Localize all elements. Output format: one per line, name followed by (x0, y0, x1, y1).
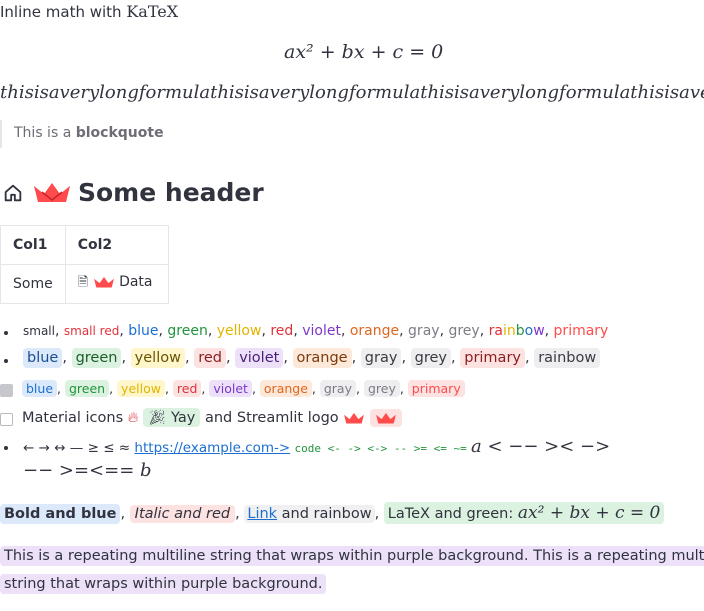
page-title: Some header (78, 178, 264, 207)
colored-text-red: red (270, 323, 294, 339)
streamlit-logo-icon (34, 183, 70, 202)
checkbox-checked[interactable] (0, 384, 13, 397)
data-table: Col1 Col2 Some 🗎 Data (0, 225, 169, 304)
purple-multiline: This is a repeating multiline string tha… (0, 542, 704, 598)
inline-math-text: Inline math with KaTeX (0, 2, 178, 21)
and-rainbow-text: and rainbow (281, 506, 372, 522)
inline-math-prefix: Inline math with (0, 3, 127, 21)
bold-blue-badge: Bold and blue (0, 504, 121, 524)
colored-text-yellow: yellow (216, 323, 262, 339)
inline-code: code <- -> <-> -- >= <= ~= (294, 442, 467, 455)
math-arrows-1: a < −− >< −> (471, 436, 611, 457)
yay-badge: 🎉︎ Yay (143, 408, 201, 427)
small-badge-grey: grey (363, 380, 400, 397)
small-badge-green: green (64, 380, 110, 397)
small-badge-primary: primary (407, 380, 465, 397)
list-bullet (4, 331, 8, 335)
rainbow-text: rainbow (488, 323, 545, 339)
table-header-col1: Col1 (0, 225, 66, 265)
home-icon (4, 184, 22, 202)
badge-blue: blue (23, 348, 63, 368)
checkbox-unchecked[interactable] (0, 413, 13, 426)
table-header-row: Col1 Col2 (0, 225, 169, 265)
badge-green: green (71, 348, 122, 368)
streamlit-logo-icon (375, 413, 396, 424)
streamlit-logo-icon (93, 277, 114, 288)
small-badge-yellow: yellow (117, 380, 165, 397)
document-icon: 🗎 (77, 275, 89, 290)
list-item-colored-text: small, small red, blue, green, yellow, r… (23, 323, 609, 339)
table-row: Some 🗎 Data (0, 264, 169, 304)
badge-orange: orange (292, 348, 352, 368)
colored-text-green: green (167, 323, 208, 339)
small-badge-red: red (172, 380, 202, 397)
rainbow-link[interactable]: Link (247, 506, 277, 522)
small-badge-gray: gray (319, 380, 356, 397)
example-link[interactable]: https://example.com-> (134, 440, 290, 456)
table-cell: 🗎 Data (64, 264, 169, 304)
mixed-formatting-row: Bold and blue, Italic and red, Link and … (0, 502, 665, 524)
small-badge-violet: violet (209, 380, 252, 397)
colored-text-orange: orange (349, 323, 400, 339)
latex-green-formula: ax² + bx + c = 0 (517, 503, 661, 523)
table-cell: Some (0, 264, 66, 304)
blockquote: This is a blockquote (14, 125, 164, 141)
and-logo-text: and Streamlit logo (204, 410, 339, 426)
colored-text-grey: grey (448, 323, 480, 339)
badge-violet: violet (235, 348, 284, 368)
arrows-row: ← → ↔ — ≥ ≤ ≈ https://example.com-> code… (23, 436, 610, 457)
small-red-text: small red (63, 324, 120, 338)
colored-text-blue: blue (128, 323, 159, 339)
link-rainbow-badge: Link and rainbow (244, 505, 375, 523)
badge-rainbow: rainbow (534, 348, 601, 368)
celebration-icon: 🎉︎ (148, 410, 167, 426)
badge-primary: primary (460, 348, 525, 368)
list-item-small-badges: blue, green, yellow, red, violet, orange… (22, 380, 465, 397)
material-icons-row: Material icons 🔥︎ 🎉︎ Yay and Streamlit l… (22, 408, 402, 427)
colored-text-gray: gray (408, 323, 440, 339)
material-icons-label: Material icons (22, 410, 124, 426)
math-arrows-2: −− >=<== b (23, 460, 152, 481)
long-formula: thisisaverylongformulathisisaverylongfor… (0, 82, 704, 103)
list-bullet (4, 359, 8, 363)
list-item-background-badges: blue, green, yellow, red, violet, orange… (23, 348, 601, 368)
badge-red: red (194, 348, 226, 368)
primary-text: primary (553, 323, 609, 339)
small-badge-blue: blue (22, 380, 58, 397)
purple-line-1: This is a repeating multiline string tha… (0, 546, 704, 566)
streamlit-logo-icon (344, 413, 365, 424)
latex-green-badge: LaTeX and green: ax² + bx + c = 0 (383, 502, 665, 524)
streamlit-logo-badge (369, 409, 402, 427)
display-formula: ax² + bx + c = 0 (284, 41, 444, 63)
list-bullet (4, 446, 8, 450)
table-header-col2: Col2 (64, 225, 169, 265)
latex-green-label: LaTeX and green: (387, 506, 514, 522)
blockquote-bar (0, 120, 2, 148)
italic-red-badge: Italic and red (129, 505, 236, 523)
katex-logo: KaTeX (126, 2, 179, 21)
yay-text: Yay (171, 410, 196, 426)
small-text: small (23, 324, 55, 338)
badge-gray: gray (360, 348, 402, 368)
badge-yellow: yellow (130, 348, 185, 368)
blockquote-bold: blockquote (75, 125, 164, 141)
badge-grey: grey (410, 348, 452, 368)
small-badge-orange: orange (259, 380, 312, 397)
arrow-symbols: ← → ↔ — ≥ ≤ ≈ (23, 440, 131, 456)
fire-icon: 🔥︎ (127, 410, 139, 426)
table-cell-text: Data (119, 274, 153, 290)
colored-text-violet: violet (302, 323, 341, 339)
purple-line-2: string that wraps within purple backgrou… (0, 574, 327, 594)
blockquote-prefix: This is a (14, 125, 76, 141)
